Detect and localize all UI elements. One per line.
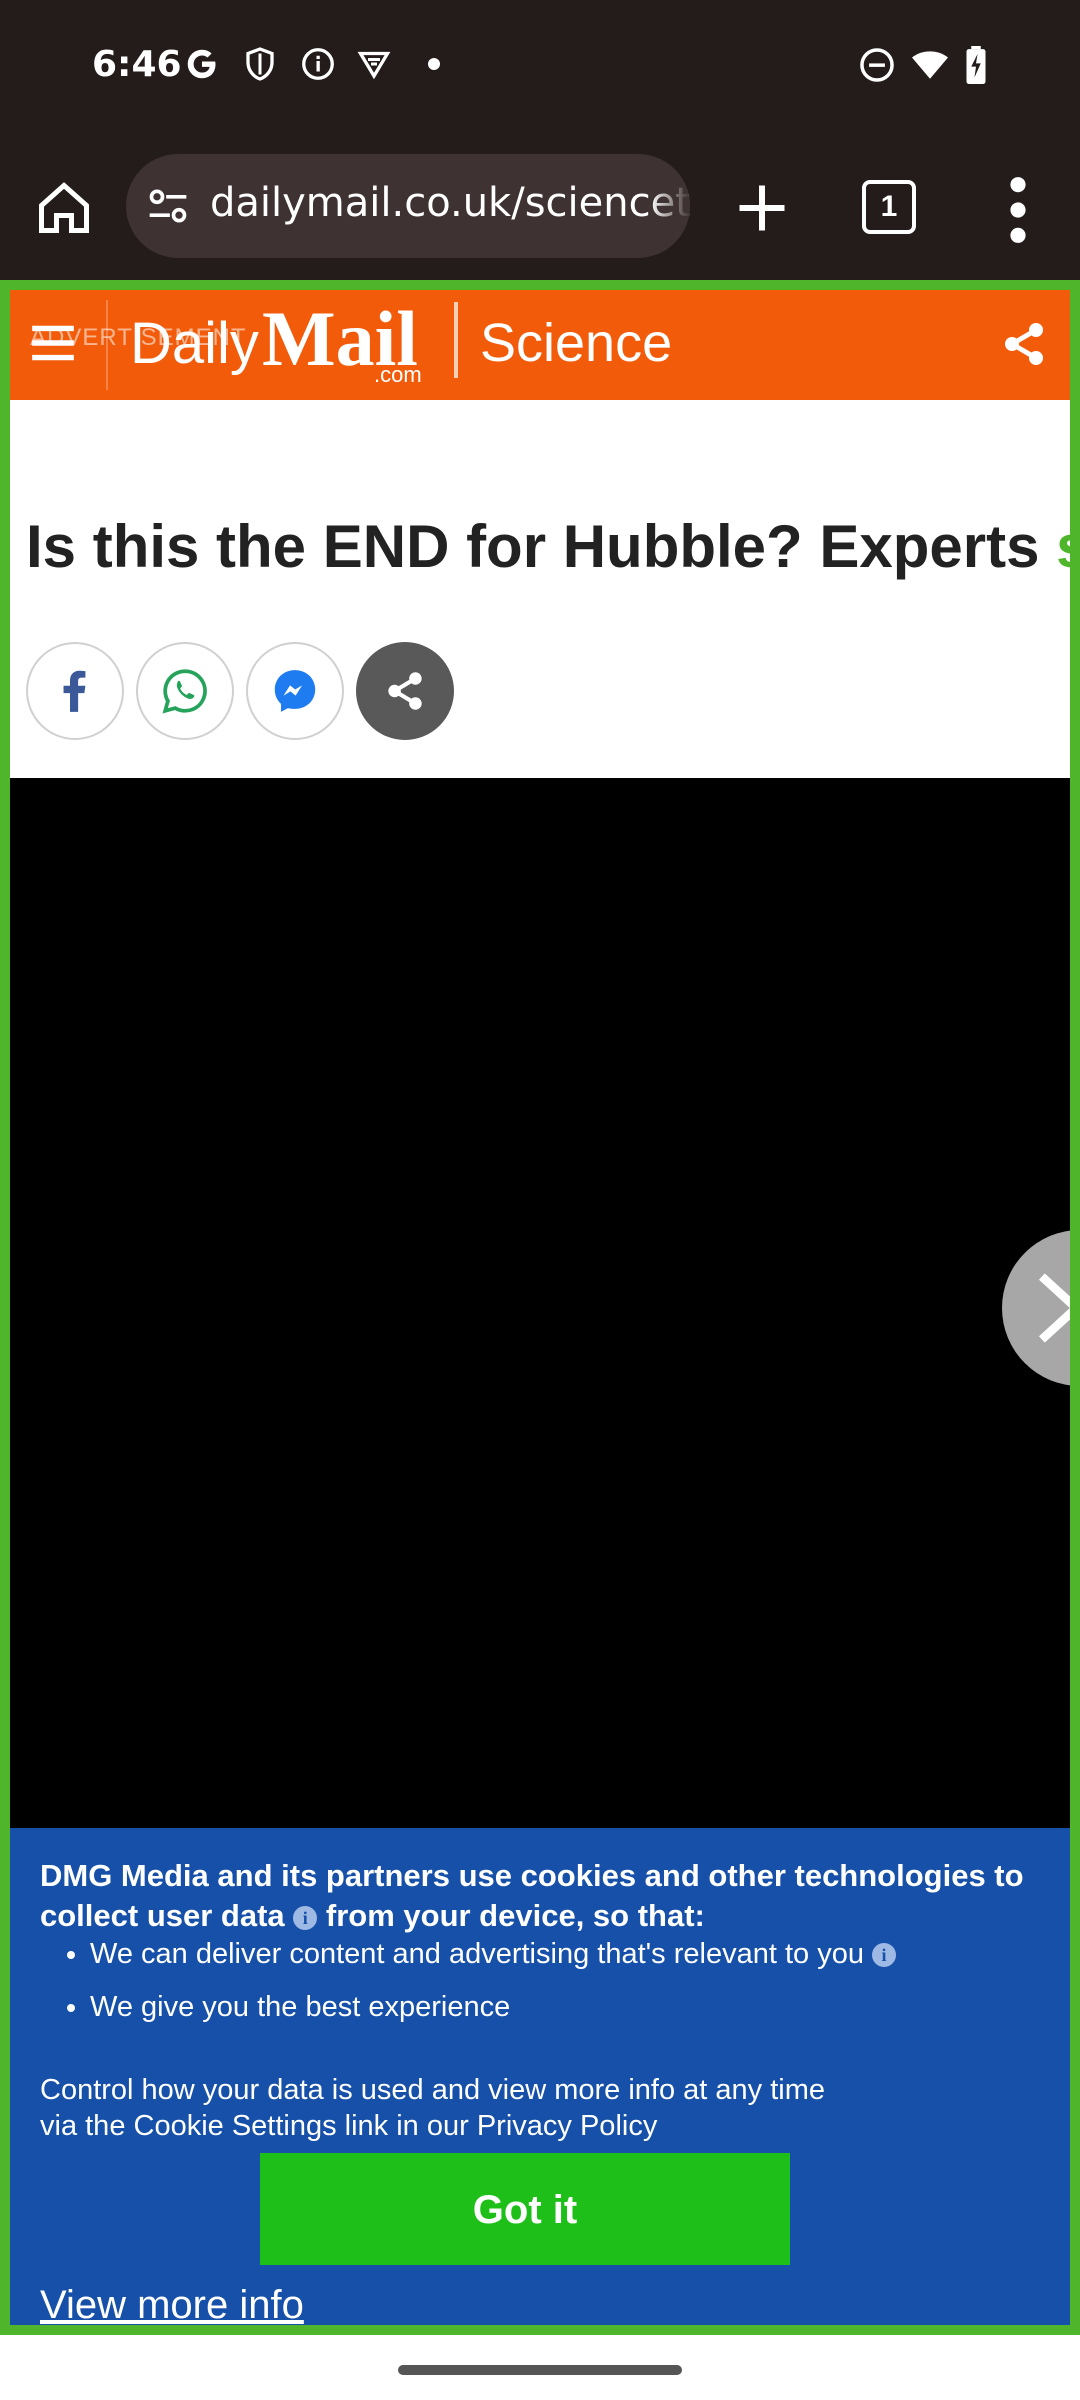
got-it-button[interactable]: Got it xyxy=(260,2153,790,2265)
address-bar[interactable]: dailymail.co.uk/sciencet xyxy=(126,154,690,258)
cookie-purpose-list: We can deliver content and advertising t… xyxy=(60,1938,1070,2044)
chevron-right-icon xyxy=(1038,1273,1070,1343)
tab-count: 1 xyxy=(862,180,916,234)
web-page: Daily ADVERTISEMENT Mail .com Science Is… xyxy=(0,280,1080,2335)
video-player[interactable] xyxy=(10,778,1070,1828)
info-icon[interactable]: i xyxy=(293,1906,318,1930)
messenger-icon xyxy=(274,670,316,712)
more-menu-icon[interactable] xyxy=(998,172,1038,248)
share-more-button[interactable] xyxy=(356,642,454,740)
site-settings-icon[interactable] xyxy=(146,184,190,228)
headline-text: Is this the END for Hubble? Experts xyxy=(26,513,1057,580)
site-header: Daily ADVERTISEMENT Mail .com Science xyxy=(10,290,1070,400)
tab-switcher-button[interactable]: 1 xyxy=(862,180,920,238)
section-title[interactable]: Science xyxy=(480,312,672,374)
advertisement-label: ADVERTISEMENT xyxy=(30,324,247,351)
share-icon[interactable] xyxy=(1000,320,1048,368)
battery-icon xyxy=(966,46,986,84)
vpn-icon xyxy=(357,51,391,80)
browser-toolbar: dailymail.co.uk/sciencet 1 xyxy=(0,136,1080,282)
cookie-heading-part2: from your device, so that: xyxy=(317,1898,705,1933)
share-whatsapp-button[interactable] xyxy=(136,642,234,740)
dnd-icon xyxy=(860,48,894,82)
new-tab-icon[interactable] xyxy=(732,178,792,238)
headline-overflow: s xyxy=(1056,513,1070,580)
status-time: 6:46 xyxy=(92,44,182,85)
google-g-icon xyxy=(187,49,216,79)
share-messenger-button[interactable] xyxy=(246,642,344,740)
facebook-icon xyxy=(63,670,86,712)
dot-icon xyxy=(428,58,440,70)
status-bar: 6:46 xyxy=(0,0,1080,136)
share-facebook-button[interactable] xyxy=(26,642,124,740)
cookie-bullet-2: We give you the best experience xyxy=(90,1991,511,2023)
info-icon[interactable]: i xyxy=(872,1943,897,1967)
logo-com: .com xyxy=(374,362,422,387)
wifi-icon xyxy=(912,51,948,79)
shield-icon xyxy=(246,47,274,81)
share-icon xyxy=(388,672,422,710)
info-icon xyxy=(302,48,334,80)
logo-divider xyxy=(454,302,458,378)
navigation-bar xyxy=(0,2335,1080,2400)
list-item: We can deliver content and advertising t… xyxy=(90,1938,1070,1971)
whatsapp-icon xyxy=(162,669,207,714)
cookie-consent-banner: DMG Media and its partners use cookies a… xyxy=(10,1828,1070,2325)
cookie-bullet-1: We can deliver content and advertising t… xyxy=(90,1938,873,1970)
cookie-heading: DMG Media and its partners use cookies a… xyxy=(40,1856,1050,1936)
url-fade xyxy=(650,154,690,258)
cookie-control-text: Control how your data is used and view m… xyxy=(40,2074,826,2142)
url-text: dailymail.co.uk/sciencet xyxy=(210,180,690,226)
article-headline: Is this the END for Hubble? Experts s xyxy=(26,512,1070,581)
list-item: We give you the best experience xyxy=(90,1991,1070,2024)
home-gesture-handle[interactable] xyxy=(398,2365,682,2375)
home-icon[interactable] xyxy=(34,178,94,238)
view-more-info-link[interactable]: View more info xyxy=(40,2283,304,2325)
